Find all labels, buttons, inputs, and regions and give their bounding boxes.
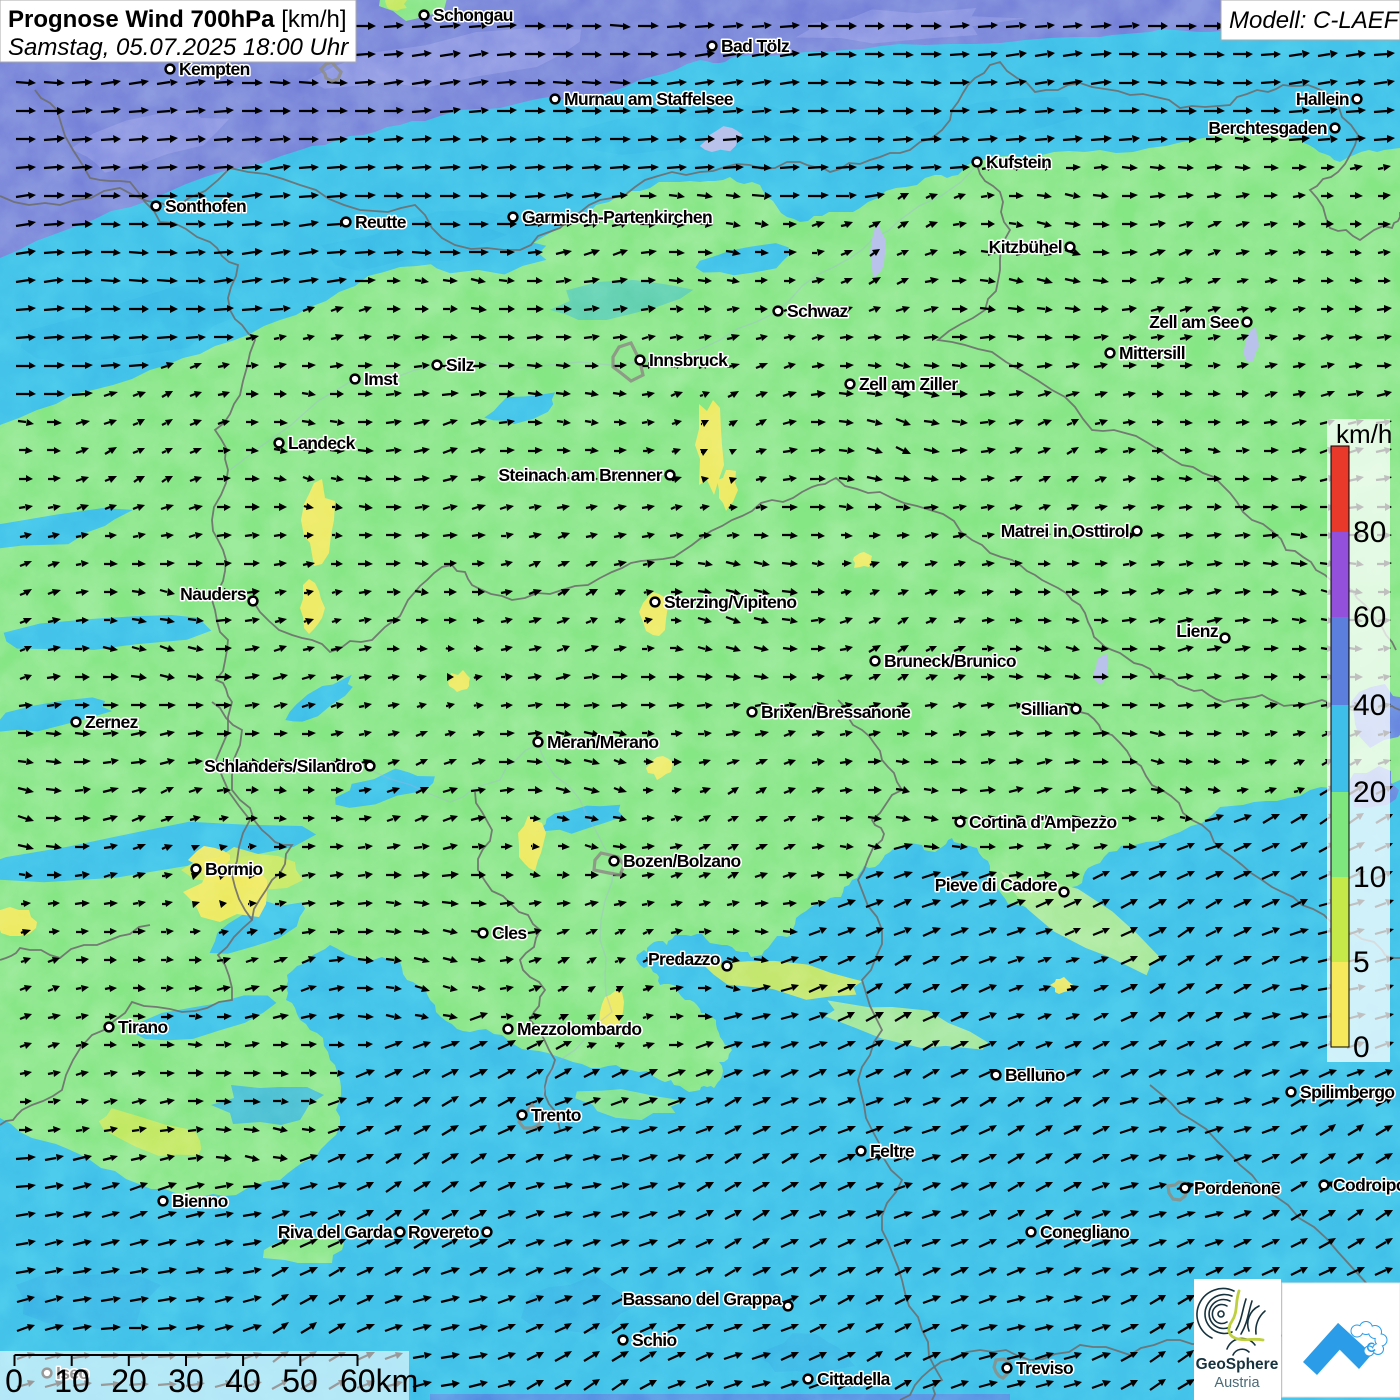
svg-text:Garmisch-Partenkirchen: Garmisch-Partenkirchen	[522, 207, 712, 227]
svg-text:GeoSphere: GeoSphere	[1196, 1356, 1279, 1373]
svg-text:Bormio: Bormio	[205, 859, 263, 879]
svg-text:Schio: Schio	[632, 1330, 677, 1350]
svg-text:Cittadella: Cittadella	[817, 1369, 891, 1389]
svg-text:Mittersill: Mittersill	[1119, 343, 1185, 363]
svg-text:Schwaz: Schwaz	[787, 301, 848, 321]
svg-text:Sillian: Sillian	[1021, 699, 1068, 719]
svg-text:60km: 60km	[340, 1363, 418, 1399]
svg-text:Bienno: Bienno	[172, 1191, 228, 1211]
svg-text:Zernez: Zernez	[85, 712, 139, 732]
svg-text:Cortina d'Ampezzo: Cortina d'Ampezzo	[969, 812, 1117, 832]
svg-text:Innsbruck: Innsbruck	[649, 350, 728, 370]
svg-text:Hallein: Hallein	[1296, 89, 1349, 109]
svg-text:Schlanders/Silandro: Schlanders/Silandro	[204, 756, 362, 776]
svg-text:Cles: Cles	[492, 923, 527, 943]
svg-text:Bad Tölz: Bad Tölz	[721, 36, 790, 56]
svg-text:40: 40	[225, 1363, 261, 1399]
svg-text:Feltre: Feltre	[870, 1141, 915, 1161]
svg-text:40: 40	[1353, 689, 1386, 722]
svg-text:Steinach am Brenner: Steinach am Brenner	[498, 465, 662, 485]
svg-text:5: 5	[1353, 946, 1370, 979]
svg-text:Kufstein: Kufstein	[986, 152, 1051, 172]
svg-text:Sterzing/Vipiteno: Sterzing/Vipiteno	[664, 592, 796, 612]
svg-text:Rovereto: Rovereto	[408, 1222, 479, 1242]
svg-text:10: 10	[1353, 861, 1386, 894]
svg-text:Belluno: Belluno	[1005, 1065, 1065, 1085]
svg-text:Modell: C-LAEF: Modell: C-LAEF	[1229, 7, 1400, 34]
svg-text:Schongau: Schongau	[433, 5, 513, 25]
svg-text:20: 20	[1353, 776, 1386, 809]
svg-text:Bozen/Bolzano: Bozen/Bolzano	[623, 851, 741, 871]
svg-text:Berchtesgaden: Berchtesgaden	[1208, 118, 1327, 138]
svg-text:Samstag, 05.07.2025 18:00 Uhr: Samstag, 05.07.2025 18:00 Uhr	[8, 34, 349, 61]
svg-text:Zell am Ziller: Zell am Ziller	[859, 374, 958, 394]
svg-text:Meran/Merano: Meran/Merano	[547, 732, 658, 752]
svg-text:Lienz: Lienz	[1176, 621, 1219, 641]
svg-text:Zell am See: Zell am See	[1149, 312, 1240, 332]
svg-text:Treviso: Treviso	[1016, 1358, 1073, 1378]
svg-text:Spilimbergo: Spilimbergo	[1300, 1082, 1395, 1102]
svg-text:Reutte: Reutte	[355, 212, 407, 232]
svg-text:0: 0	[5, 1363, 23, 1399]
svg-text:Tirano: Tirano	[118, 1017, 168, 1037]
svg-text:Codroipo: Codroipo	[1333, 1175, 1400, 1195]
svg-text:Mezzolombardo: Mezzolombardo	[517, 1019, 641, 1039]
svg-text:0: 0	[1353, 1031, 1370, 1064]
svg-text:80: 80	[1353, 516, 1386, 549]
svg-text:Austria: Austria	[1214, 1375, 1260, 1391]
svg-text:Conegliano: Conegliano	[1040, 1222, 1129, 1242]
svg-text:Prognose Wind 700hPa [km/h]: Prognose Wind 700hPa [km/h]	[8, 6, 347, 33]
svg-text:50: 50	[282, 1363, 318, 1399]
svg-text:Predazzo: Predazzo	[648, 949, 720, 969]
svg-text:Brixen/Bressanone: Brixen/Bressanone	[761, 702, 911, 722]
svg-text:Silz: Silz	[446, 355, 475, 375]
svg-text:Murnau am Staffelsee: Murnau am Staffelsee	[564, 89, 734, 109]
svg-text:km/h: km/h	[1336, 419, 1392, 449]
svg-text:10: 10	[54, 1363, 90, 1399]
svg-text:Bruneck/Brunico: Bruneck/Brunico	[884, 651, 1016, 671]
svg-text:20: 20	[111, 1363, 147, 1399]
svg-text:Riva del Garda: Riva del Garda	[278, 1222, 393, 1242]
svg-text:Trento: Trento	[531, 1105, 581, 1125]
svg-text:Pordenone: Pordenone	[1194, 1178, 1281, 1198]
svg-text:Bassano del Grappa: Bassano del Grappa	[623, 1289, 782, 1309]
svg-text:Imst: Imst	[364, 369, 398, 389]
svg-text:Landeck: Landeck	[288, 433, 356, 453]
svg-text:60: 60	[1353, 601, 1386, 634]
svg-text:Sonthofen: Sonthofen	[165, 196, 246, 216]
svg-text:Nauders: Nauders	[180, 584, 247, 604]
svg-text:30: 30	[168, 1363, 204, 1399]
svg-text:Kitzbühel: Kitzbühel	[989, 237, 1062, 257]
svg-text:Pieve di Cadore: Pieve di Cadore	[935, 875, 1058, 895]
svg-text:Matrei in Osttirol: Matrei in Osttirol	[1001, 521, 1129, 541]
